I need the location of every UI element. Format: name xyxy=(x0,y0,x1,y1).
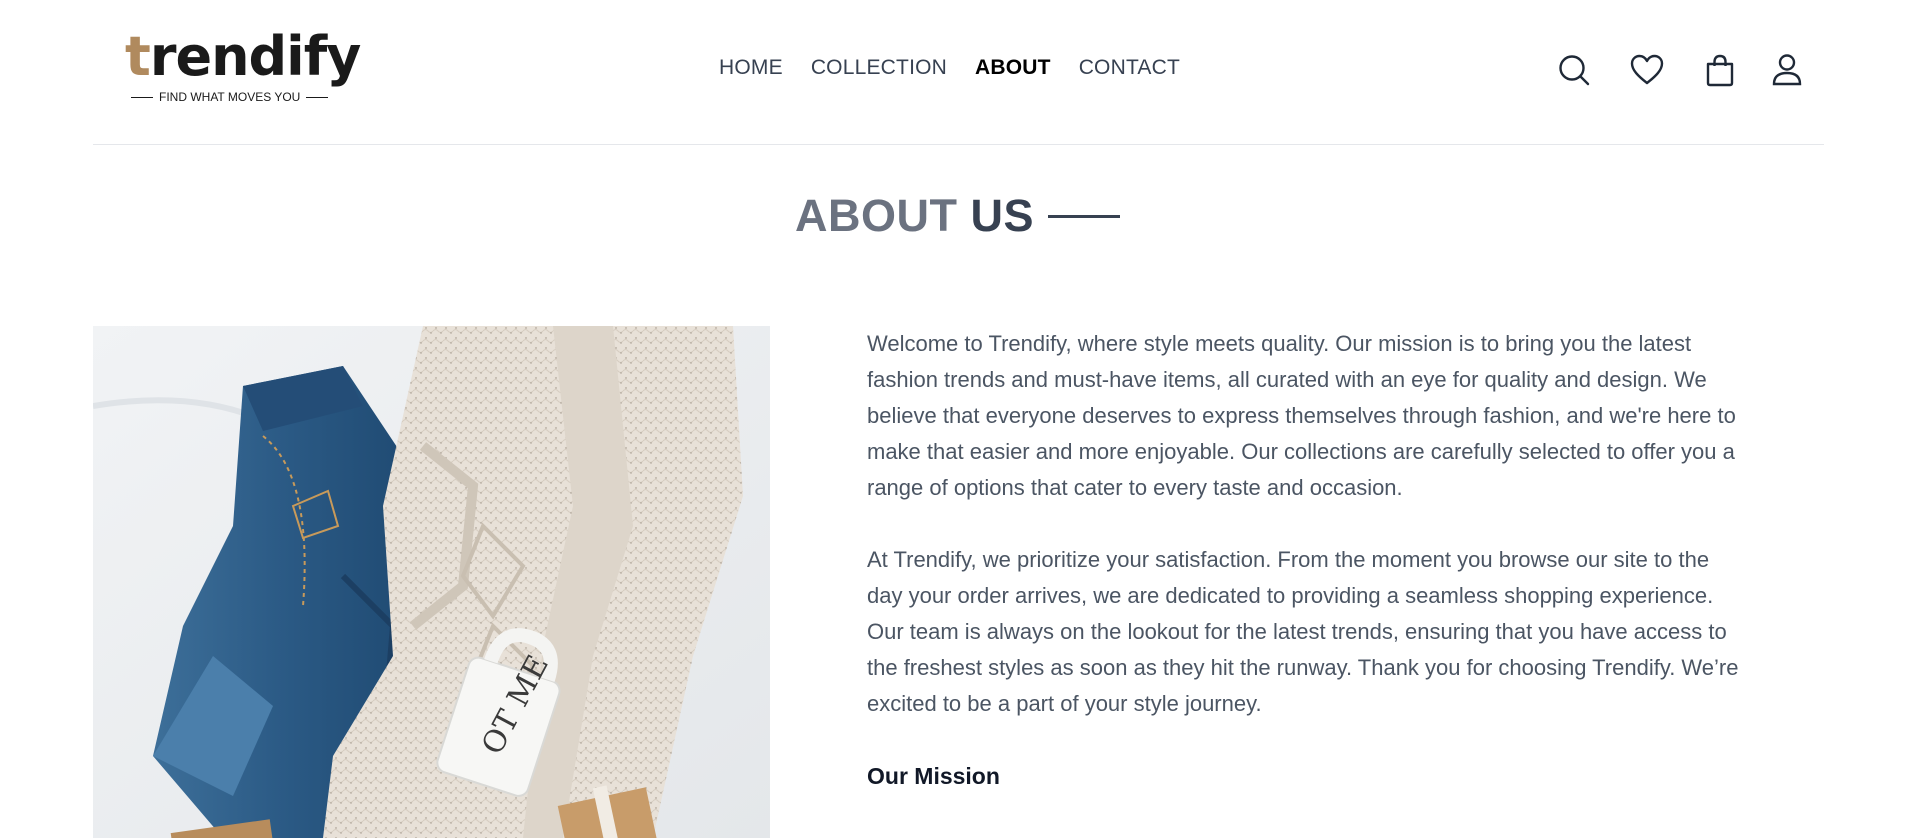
mission-heading: Our Mission xyxy=(867,763,1000,789)
header-icons xyxy=(1554,50,1807,90)
nav-home[interactable]: HOME xyxy=(719,56,783,80)
tagline-dash-right xyxy=(306,96,329,98)
brand-tagline: FIND WHAT MOVES YOU xyxy=(131,90,329,104)
site-header: trendify FIND WHAT MOVES YOU HOME COLLEC… xyxy=(0,0,1915,145)
search-icon[interactable] xyxy=(1554,50,1594,90)
about-image: OT ME xyxy=(93,326,770,838)
title-decor-line xyxy=(1048,214,1120,218)
about-image-illustration: OT ME xyxy=(93,326,770,838)
brand-logo[interactable]: trendify FIND WHAT MOVES YOU xyxy=(125,30,361,110)
heart-icon[interactable] xyxy=(1627,50,1667,90)
user-icon[interactable] xyxy=(1767,50,1807,90)
tagline-dash-left xyxy=(131,96,153,98)
tagline-text: FIND WHAT MOVES YOU xyxy=(159,90,301,104)
about-paragraph-2: At Trendify, we prioritize your satisfac… xyxy=(867,547,1739,716)
brand-name-rest: rendify xyxy=(149,25,362,88)
page-title-part1: ABOUT xyxy=(794,190,958,241)
page-title-text: ABOUT US xyxy=(795,190,1034,242)
about-content: Welcome to Trendify, where style meets q… xyxy=(867,326,1742,794)
shopping-bag-icon[interactable] xyxy=(1700,50,1740,90)
page-title-part2: US xyxy=(970,190,1034,241)
brand-name: trendify xyxy=(125,30,361,84)
nav-collection[interactable]: COLLECTION xyxy=(811,56,947,80)
main-nav: HOME COLLECTION ABOUT CONTACT xyxy=(719,56,1180,80)
header-divider xyxy=(93,144,1824,145)
about-paragraph-1: Welcome to Trendify, where style meets q… xyxy=(867,331,1736,500)
page-title: ABOUT US xyxy=(0,190,1915,242)
nav-about[interactable]: ABOUT xyxy=(975,56,1051,80)
brand-name-accent: t xyxy=(125,25,151,88)
nav-contact[interactable]: CONTACT xyxy=(1079,56,1180,80)
